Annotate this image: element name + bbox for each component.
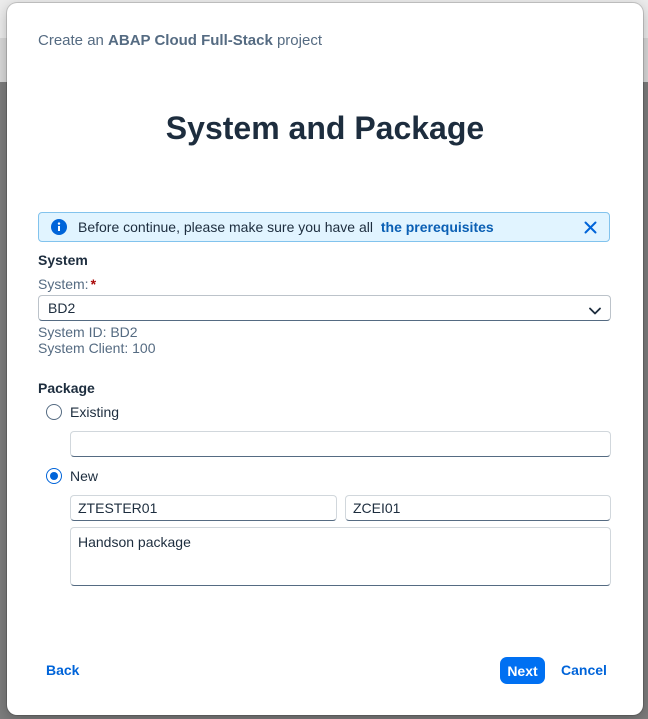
info-text: Before continue, please make sure you ha… <box>78 219 373 235</box>
package-section-title: Package <box>38 380 95 396</box>
new-radio-label[interactable]: New <box>70 468 98 484</box>
existing-radio-label[interactable]: Existing <box>70 404 119 420</box>
system-select[interactable]: BD2 <box>38 295 611 321</box>
dialog-header: Create an ABAP Cloud Full-Stack project <box>38 32 322 49</box>
system-id-text: System ID: BD2 <box>38 324 138 340</box>
next-button[interactable]: Next <box>500 657 545 684</box>
header-prefix: Create an <box>38 32 104 49</box>
info-icon <box>51 219 67 235</box>
package-description-textarea[interactable]: Handson package <box>70 527 611 586</box>
existing-radio[interactable] <box>46 404 62 420</box>
required-marker: * <box>90 276 97 292</box>
existing-package-input[interactable] <box>70 431 611 457</box>
chevron-down-icon <box>589 303 601 315</box>
info-message-strip: Before continue, please make sure you ha… <box>38 212 610 242</box>
new-radio[interactable] <box>46 468 62 484</box>
package-name-input[interactable]: ZTESTER01 <box>70 495 337 521</box>
system-label: System: * <box>38 276 96 292</box>
create-project-dialog: Create an ABAP Cloud Full-Stack project … <box>7 3 643 715</box>
cancel-button[interactable]: Cancel <box>561 662 607 678</box>
system-label-text: System: <box>38 276 89 292</box>
system-section-title: System <box>38 252 88 268</box>
system-selected-value: BD2 <box>48 300 76 316</box>
software-component-input[interactable]: ZCEI01 <box>345 495 611 521</box>
page-title: System and Package <box>165 110 485 146</box>
prerequisites-link[interactable]: the prerequisites <box>381 219 494 235</box>
system-client-text: System Client: 100 <box>38 340 156 356</box>
header-suffix: project <box>276 32 322 49</box>
header-project-type: ABAP Cloud Full-Stack <box>108 32 273 49</box>
close-icon[interactable] <box>584 221 597 234</box>
back-button[interactable]: Back <box>46 662 79 678</box>
info-message-text: Before continue, please make sure you ha… <box>78 219 494 235</box>
